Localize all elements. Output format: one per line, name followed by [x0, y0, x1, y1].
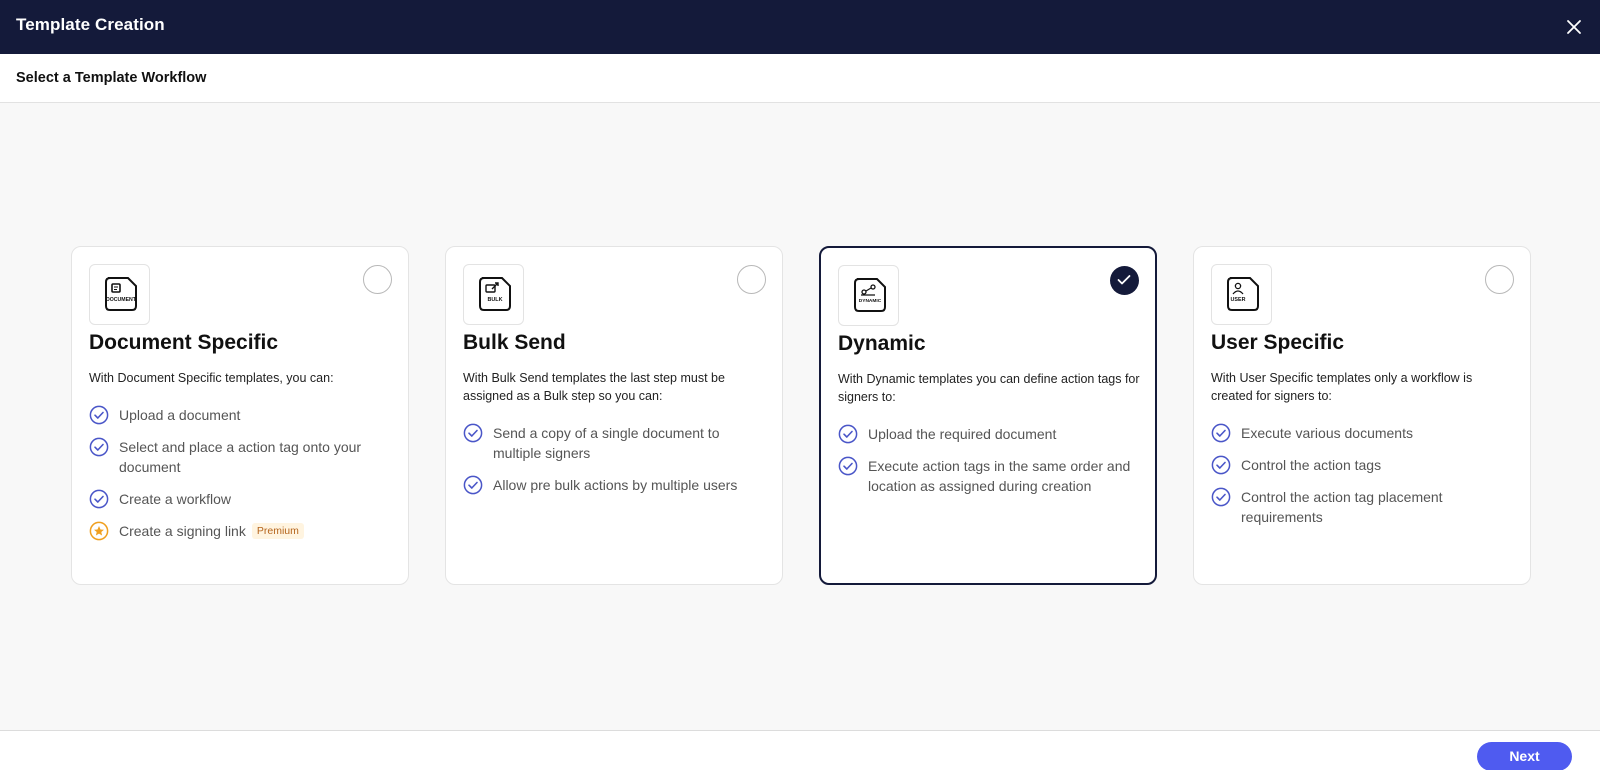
- feature-item: Control the action tags: [1211, 455, 1516, 475]
- feature-item: Control the action tag placement require…: [1211, 487, 1516, 527]
- premium-badge: Premium: [251, 523, 304, 539]
- feature-item: Create a workflow: [89, 489, 394, 509]
- feature-item: Create a signing link Premium: [89, 521, 394, 541]
- select-radio-document-specific[interactable]: [363, 265, 392, 294]
- feature-item: Allow pre bulk actions by multiple users: [463, 475, 768, 495]
- footer-bar: Next: [0, 730, 1600, 770]
- check-circle-icon: [89, 437, 109, 457]
- select-radio-user-specific[interactable]: [1485, 265, 1514, 294]
- feature-list: Execute various documents Control the ac…: [1211, 423, 1516, 539]
- card-description: With User Specific templates only a work…: [1211, 371, 1473, 403]
- check-circle-icon: [463, 423, 483, 443]
- feature-text: Execute action tags in the same order an…: [868, 458, 1131, 494]
- card-title: Dynamic: [838, 332, 926, 355]
- icon-label: DOCUMENT: [106, 297, 137, 303]
- check-circle-icon: [89, 489, 109, 509]
- feature-text: Select and place a action tag onto your …: [119, 439, 362, 475]
- workflow-options: DOCUMENT Document Specific With Document…: [0, 103, 1600, 730]
- subheader-bar: Select a Template Workflow: [0, 54, 1600, 103]
- feature-list: Send a copy of a single document to mult…: [463, 423, 768, 507]
- section-title: Select a Template Workflow: [16, 70, 207, 86]
- card-title: Document Specific: [89, 331, 279, 354]
- card-description: With Document Specific templates, you ca…: [89, 371, 334, 385]
- card-dynamic[interactable]: DYNAMIC Dynamic With Dynamic templates y…: [819, 246, 1157, 585]
- card-title: User Specific: [1211, 331, 1345, 354]
- feature-item: Select and place a action tag onto your …: [89, 437, 394, 477]
- premium-star-icon: [89, 521, 109, 541]
- next-button[interactable]: Next: [1477, 742, 1572, 770]
- feature-text: Upload the required document: [868, 426, 1057, 442]
- feature-text: Control the action tags: [1241, 457, 1382, 473]
- card-document-specific[interactable]: DOCUMENT Document Specific With Document…: [71, 246, 409, 585]
- feature-list: Upload a document Select and place a act…: [89, 405, 394, 553]
- feature-item: Upload a document: [89, 405, 394, 425]
- feature-text: Create a signing link: [119, 523, 246, 539]
- card-description: With Dynamic templates you can define ac…: [838, 372, 1140, 404]
- icon-label: DYNAMIC: [859, 298, 882, 304]
- card-user-specific[interactable]: USER User Specific With User Specific te…: [1193, 246, 1531, 585]
- card-bulk-send[interactable]: BULK Bulk Send With Bulk Send templates …: [445, 246, 783, 585]
- feature-item: Upload the required document: [838, 424, 1143, 444]
- select-radio-dynamic[interactable]: [1110, 266, 1139, 295]
- icon-label: USER: [1231, 297, 1246, 303]
- feature-text: Create a workflow: [119, 491, 232, 507]
- feature-text: Send a copy of a single document to mult…: [493, 425, 720, 461]
- feature-item: Execute various documents: [1211, 423, 1516, 443]
- check-circle-icon: [463, 475, 483, 495]
- check-circle-icon: [1211, 487, 1231, 507]
- check-circle-icon: [1211, 455, 1231, 475]
- card-description: With Bulk Send templates the last step m…: [463, 371, 725, 403]
- check-circle-icon: [838, 456, 858, 476]
- bulk-template-icon: BULK: [463, 264, 524, 325]
- icon-label: BULK: [488, 297, 503, 303]
- feature-text: Allow pre bulk actions by multiple users: [493, 477, 738, 493]
- check-circle-icon: [838, 424, 858, 444]
- feature-text: Control the action tag placement require…: [1241, 489, 1443, 525]
- feature-text: Execute various documents: [1241, 425, 1413, 441]
- close-icon: [1567, 20, 1581, 34]
- feature-item: Send a copy of a single document to mult…: [463, 423, 768, 463]
- close-button[interactable]: [1560, 13, 1588, 41]
- feature-text: Upload a document: [119, 407, 241, 423]
- select-radio-bulk-send[interactable]: [737, 265, 766, 294]
- check-circle-icon: [1211, 423, 1231, 443]
- header-bar: Template Creation: [0, 0, 1600, 54]
- document-template-icon: DOCUMENT: [89, 264, 150, 325]
- feature-item: Execute action tags in the same order an…: [838, 456, 1143, 496]
- user-template-icon: USER: [1211, 264, 1272, 325]
- card-title: Bulk Send: [463, 331, 566, 354]
- feature-list: Upload the required document Execute act…: [838, 424, 1143, 508]
- dynamic-template-icon: DYNAMIC: [838, 265, 899, 326]
- page-title: Template Creation: [16, 15, 165, 34]
- check-circle-icon: [89, 405, 109, 425]
- checkmark-icon: [1117, 275, 1131, 285]
